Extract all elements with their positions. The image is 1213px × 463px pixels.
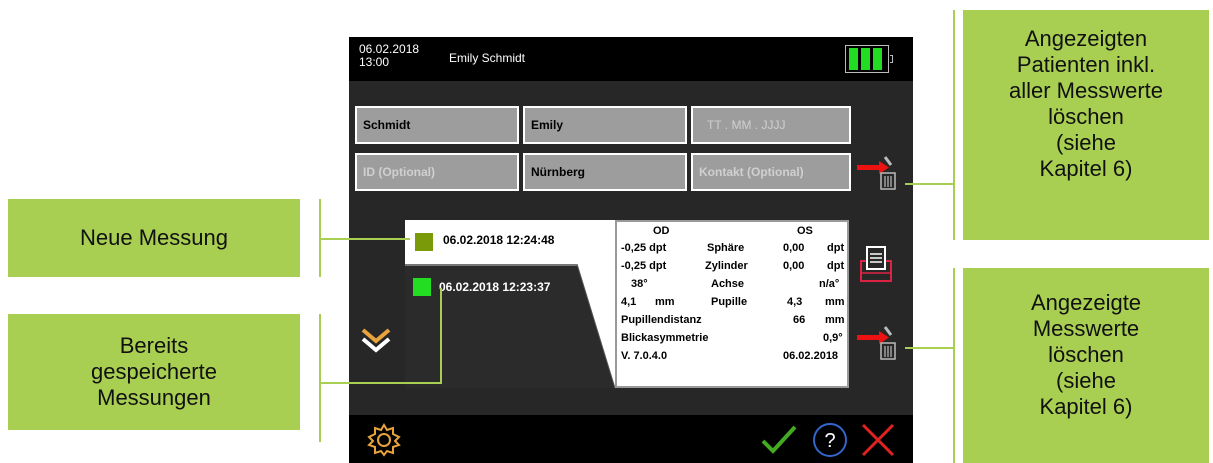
callout-delete-patient: Angezeigten Patienten inkl. aller Messwe… — [963, 10, 1209, 240]
results-date: 06.02.2018 — [783, 350, 839, 362]
cylinder-label: Zylinder — [705, 260, 748, 272]
callout-line: Kapitel 6) — [1039, 156, 1133, 181]
axis-row: 38° Achse n/a° — [621, 278, 845, 295]
battery-tip — [890, 55, 893, 63]
status-datetime: 06.02.2018 13:00 — [359, 43, 419, 69]
measurement-color-indicator — [415, 233, 433, 251]
pd-value: 66 — [793, 314, 806, 326]
asymmetry-label: Blickasymmetrie — [621, 332, 709, 344]
delete-patient-icon[interactable] — [855, 153, 901, 193]
device-screen: 06.02.2018 13:00 Emily Schmidt Schmidt E… — [349, 37, 913, 463]
settings-gear-icon[interactable] — [367, 423, 401, 457]
measurement-color-indicator — [413, 278, 431, 296]
callout-new-measurement: Neue Messung — [8, 199, 300, 277]
callout-line: Patienten inkl. — [1016, 52, 1156, 77]
callout-line: Angezeigte — [1030, 290, 1142, 315]
asymmetry-value: 0,9° — [823, 332, 843, 344]
pupil-od-unit: mm — [655, 296, 675, 308]
software-version: V. 7.0.4.0 — [621, 350, 668, 362]
status-bar: 06.02.2018 13:00 Emily Schmidt — [349, 37, 913, 81]
battery-icon — [845, 45, 889, 73]
axis-os: n/a° — [819, 278, 840, 290]
callout-line: Angezeigten — [1024, 26, 1148, 51]
callout-connector — [905, 183, 953, 185]
sphere-label: Sphäre — [707, 242, 745, 254]
od-header: OD — [653, 225, 670, 237]
check-icon[interactable] — [759, 423, 799, 457]
callout-line: (siehe — [1056, 130, 1116, 155]
measurement-label: 06.02.2018 12:23:37 — [439, 280, 551, 294]
pupil-os: 4,3 — [787, 296, 803, 308]
callout-line: Bereits — [119, 333, 189, 358]
callout-line: löschen — [1048, 342, 1124, 367]
status-time: 13:00 — [359, 55, 390, 69]
callout-bracket — [953, 268, 955, 463]
first-name-field[interactable]: Emily — [523, 106, 687, 144]
sphere-od: -0,25 dpt — [621, 242, 667, 254]
pupil-label: Pupille — [711, 296, 748, 308]
measurement-item-new[interactable]: 06.02.2018 12:24:48 — [405, 220, 615, 260]
callout-line: aller Messwerte — [1008, 78, 1164, 103]
measurement-list: 06.02.2018 12:24:48 06.02.2018 12:23:37 — [405, 220, 615, 388]
pupil-row: 4,1 mm Pupille 4,3 mm — [621, 296, 845, 313]
pd-unit: mm — [825, 314, 845, 326]
measurement-label: 06.02.2018 12:24:48 — [443, 233, 555, 247]
callout-line: Kapitel 6) — [1039, 394, 1133, 419]
callout-connector — [320, 382, 440, 384]
cylinder-od: -0,25 dpt — [621, 260, 667, 272]
close-icon[interactable] — [859, 421, 897, 459]
measurement-results: OD OS -0,25 dpt Sphäre 0,00 dpt -0,25 dp… — [615, 220, 849, 388]
status-patient-name: Emily Schmidt — [449, 51, 526, 65]
callout-line: (siehe — [1056, 368, 1116, 393]
id-field[interactable]: ID (Optional) — [355, 153, 519, 191]
help-icon[interactable]: ? — [811, 421, 849, 459]
callout-line: Messungen — [97, 385, 211, 410]
axis-od: 38° — [631, 278, 648, 290]
callout-saved-measurements: Bereits gespeicherte Messungen — [8, 314, 300, 430]
pupil-os-unit: mm — [825, 296, 845, 308]
cylinder-os-unit: dpt — [827, 260, 845, 272]
callout-bracket — [319, 314, 321, 442]
measurement-item-saved[interactable]: 06.02.2018 12:23:37 — [405, 264, 577, 388]
pd-row: Pupillendistanz 66 mm — [621, 314, 845, 331]
cylinder-os: 0,00 — [783, 260, 805, 272]
last-name-field[interactable]: Schmidt — [355, 106, 519, 144]
axis-label: Achse — [711, 278, 745, 290]
callout-connector — [320, 238, 410, 240]
battery-cell — [873, 48, 882, 70]
callout-connector — [440, 288, 442, 384]
cylinder-row: -0,25 dpt Zylinder 0,00 dpt — [621, 260, 845, 277]
battery-cell — [861, 48, 870, 70]
city-field[interactable]: Nürnberg — [523, 153, 687, 191]
os-header: OS — [797, 225, 813, 237]
callout-line: löschen — [1048, 104, 1124, 129]
callout-connector — [905, 347, 953, 349]
contact-field[interactable]: Kontakt (Optional) — [691, 153, 851, 191]
sphere-row: -0,25 dpt Sphäre 0,00 dpt — [621, 242, 845, 259]
selection-connector — [577, 264, 615, 388]
battery-cell — [849, 48, 858, 70]
pupil-od: 4,1 — [621, 296, 637, 308]
callout-delete-values: Angezeigte Messwerte löschen (siehe Kapi… — [963, 268, 1209, 463]
delete-measurement-icon[interactable] — [855, 323, 901, 363]
results-header-row: OD OS — [621, 225, 845, 242]
expand-down-icon[interactable] — [359, 324, 393, 354]
pd-label: Pupillendistanz — [621, 314, 702, 326]
footer-row: V. 7.0.4.0 06.02.2018 — [621, 350, 845, 367]
callout-bracket — [953, 10, 955, 240]
sphere-os-unit: dpt — [827, 242, 845, 254]
bottom-bar: ? — [349, 415, 913, 463]
callout-line: gespeicherte — [91, 359, 217, 384]
print-icon[interactable] — [857, 245, 897, 285]
asymmetry-row: Blickasymmetrie 0,9° — [621, 332, 845, 349]
svg-text:?: ? — [824, 430, 835, 452]
sphere-os: 0,00 — [783, 242, 805, 254]
birthdate-field[interactable]: TT . MM . JJJJ — [691, 106, 851, 144]
callout-line: Messwerte — [1032, 316, 1140, 341]
